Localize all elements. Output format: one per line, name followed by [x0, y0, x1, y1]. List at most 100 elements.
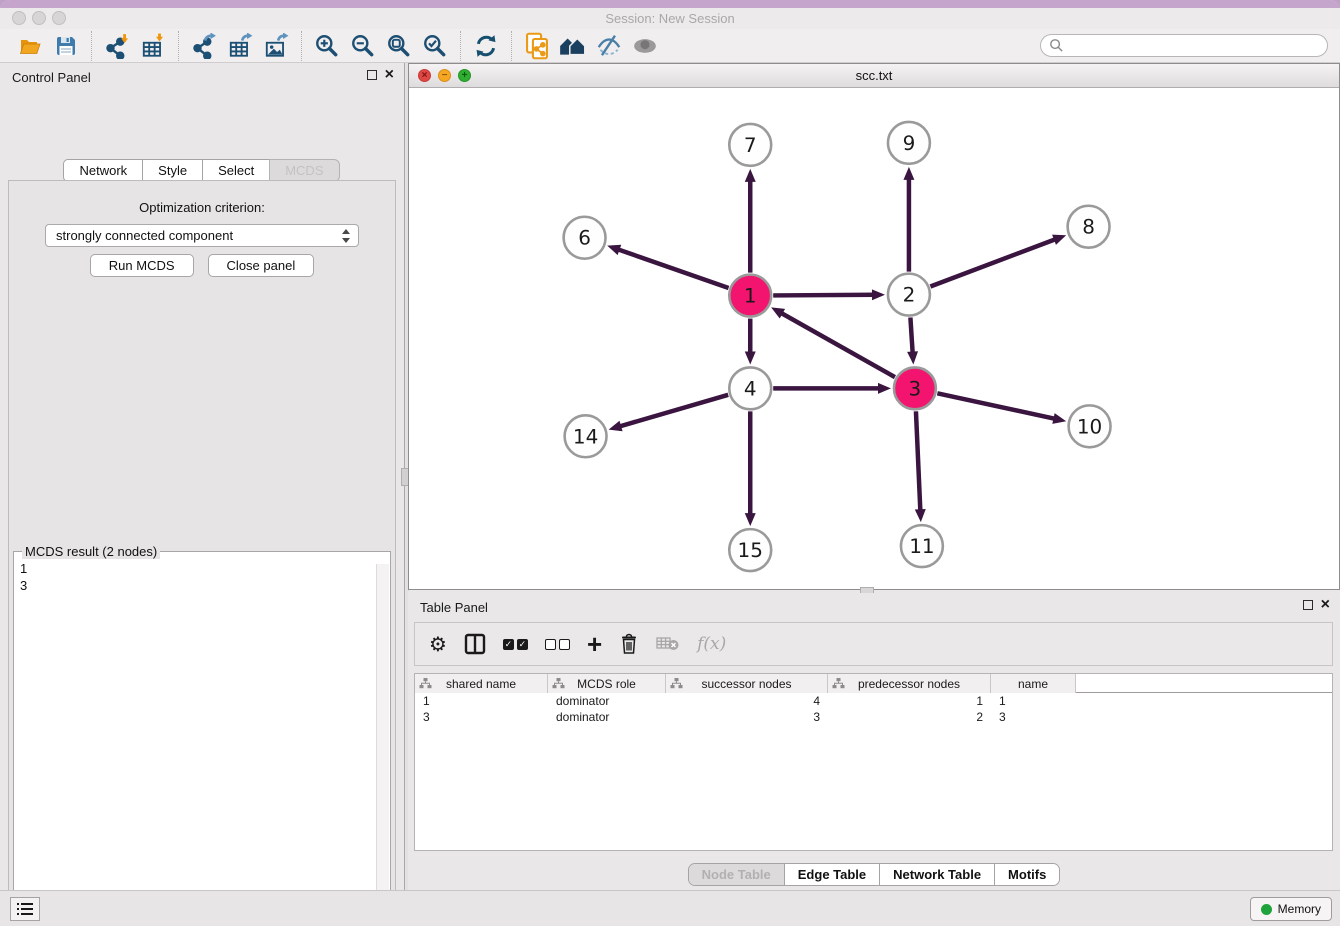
refresh-network-button[interactable]: [468, 31, 504, 61]
import-table-button[interactable]: [135, 31, 171, 61]
magnifier-minus-icon: [350, 33, 376, 59]
delete-column-button[interactable]: [619, 633, 639, 655]
image-export-icon: [263, 33, 289, 59]
network-graph: 7 9 6 8 1 2 4 3 14 10 15 11: [409, 88, 1339, 589]
tab-network-table[interactable]: Network Table: [879, 864, 994, 885]
edge-1-6[interactable]: [616, 249, 729, 288]
column-header-successor-nodes[interactable]: successor nodes: [666, 674, 828, 693]
edge-arrowhead: [907, 351, 918, 364]
optimization-criterion-select[interactable]: strongly connected component: [45, 224, 359, 247]
node-table[interactable]: shared nameMCDS rolesuccessor nodesprede…: [414, 673, 1333, 851]
node-3[interactable]: 3: [894, 367, 936, 409]
close-panel-icon[interactable]: ×: [385, 70, 394, 80]
hide-graphics-button[interactable]: [591, 31, 627, 61]
svg-text:9: 9: [903, 131, 916, 155]
node-8[interactable]: 8: [1068, 206, 1110, 248]
export-table-button[interactable]: [222, 31, 258, 61]
float-panel-icon[interactable]: [1303, 600, 1313, 610]
table-row[interactable]: 1dominator411: [415, 693, 1332, 709]
network-window-titlebar[interactable]: × − + scc.txt: [409, 64, 1339, 88]
edge-arrowhead: [609, 421, 623, 432]
export-image-button[interactable]: [258, 31, 294, 61]
table-header-row: shared nameMCDS rolesuccessor nodesprede…: [415, 674, 1332, 693]
node-6[interactable]: 6: [564, 217, 606, 259]
node-9[interactable]: 9: [888, 122, 930, 164]
network-canvas[interactable]: 7 9 6 8 1 2 4 3 14 10 15 11: [409, 88, 1339, 589]
search-input[interactable]: [1069, 38, 1319, 53]
table-row[interactable]: 3dominator323: [415, 709, 1332, 725]
edge-2-8[interactable]: [930, 238, 1057, 286]
show-graphics-button[interactable]: [627, 31, 663, 61]
tab-style[interactable]: Style: [142, 159, 203, 182]
edge-1-2[interactable]: [773, 295, 876, 296]
network-import-icon: [104, 33, 130, 59]
titlebar: Session: New Session: [0, 8, 1340, 29]
window-title: Session: New Session: [0, 8, 1340, 29]
node-1[interactable]: 1: [729, 275, 771, 317]
table-body: 1dominator4113dominator323: [415, 693, 1332, 725]
add-column-button[interactable]: +: [587, 634, 602, 654]
select-stepper-icon: [342, 229, 351, 243]
network-overview-button[interactable]: [555, 31, 591, 61]
node-10[interactable]: 10: [1069, 405, 1111, 447]
eye-slash-icon: [595, 33, 623, 59]
edge-4-14[interactable]: [617, 395, 728, 427]
node-14[interactable]: 14: [565, 415, 607, 457]
import-network-button[interactable]: [99, 31, 135, 61]
edge-3-1[interactable]: [779, 312, 895, 377]
table-cell: 3: [991, 709, 1076, 725]
result-scrollbar[interactable]: [376, 564, 389, 926]
mcds-result-text[interactable]: 1 3: [14, 556, 376, 926]
open-session-button[interactable]: [12, 31, 48, 61]
edge-arrowhead: [1052, 235, 1066, 245]
column-header-predecessor-nodes[interactable]: predecessor nodes: [828, 674, 991, 693]
zoom-fit-button[interactable]: [381, 31, 417, 61]
deselect-all-rows-button[interactable]: [545, 639, 570, 650]
memory-button[interactable]: Memory: [1250, 897, 1332, 921]
select-all-rows-button[interactable]: ✓ ✓: [503, 639, 528, 650]
zoom-in-button[interactable]: [309, 31, 345, 61]
save-session-button[interactable]: [48, 31, 84, 61]
svg-text:2: 2: [903, 283, 916, 307]
node-7[interactable]: 7: [729, 124, 771, 166]
edge-arrowhead: [915, 509, 926, 522]
control-panel-title: Control Panel: [12, 70, 91, 85]
float-panel-icon[interactable]: [367, 70, 377, 80]
node-15[interactable]: 15: [729, 529, 771, 571]
split-columns-button[interactable]: [464, 633, 486, 655]
close-panel-icon[interactable]: ×: [1321, 600, 1330, 610]
node-11[interactable]: 11: [901, 525, 943, 567]
optimization-criterion-label: Optimization criterion:: [9, 200, 395, 215]
node-2[interactable]: 2: [888, 274, 930, 316]
checked-checkbox-icon: ✓: [503, 639, 514, 650]
column-header-shared-name[interactable]: shared name: [415, 674, 548, 693]
run-mcds-button[interactable]: Run MCDS: [90, 254, 194, 277]
export-network-button[interactable]: [186, 31, 222, 61]
edge-3-11[interactable]: [916, 411, 921, 513]
tab-node-table[interactable]: Node Table: [689, 864, 784, 885]
table-cell: 1: [415, 693, 548, 709]
search-field[interactable]: [1040, 34, 1328, 57]
edge-3-10[interactable]: [937, 393, 1057, 419]
edge-2-3[interactable]: [910, 317, 912, 355]
unchecked-checkbox-icon: [559, 639, 570, 650]
tab-edge-table[interactable]: Edge Table: [784, 864, 879, 885]
table-export-icon: [227, 33, 253, 59]
node-4[interactable]: 4: [729, 367, 771, 409]
task-history-button[interactable]: [10, 897, 40, 921]
tab-network[interactable]: Network: [63, 159, 143, 182]
zoom-selected-button[interactable]: [417, 31, 453, 61]
edge-arrowhead: [1052, 413, 1066, 424]
column-header-name[interactable]: name: [991, 674, 1076, 693]
toolbar-separator: [178, 31, 179, 61]
tab-select[interactable]: Select: [202, 159, 270, 182]
tab-motifs[interactable]: Motifs: [994, 864, 1059, 885]
column-header-MCDS-role[interactable]: MCDS role: [548, 674, 666, 693]
close-panel-button[interactable]: Close panel: [208, 254, 315, 277]
table-options-button[interactable]: ⚙: [429, 634, 447, 654]
table-tabs: Node TableEdge TableNetwork TableMotifs: [408, 863, 1340, 886]
clone-network-button[interactable]: [519, 31, 555, 61]
toolbar-separator: [91, 31, 92, 61]
zoom-out-button[interactable]: [345, 31, 381, 61]
tab-mcds[interactable]: MCDS: [269, 159, 339, 182]
